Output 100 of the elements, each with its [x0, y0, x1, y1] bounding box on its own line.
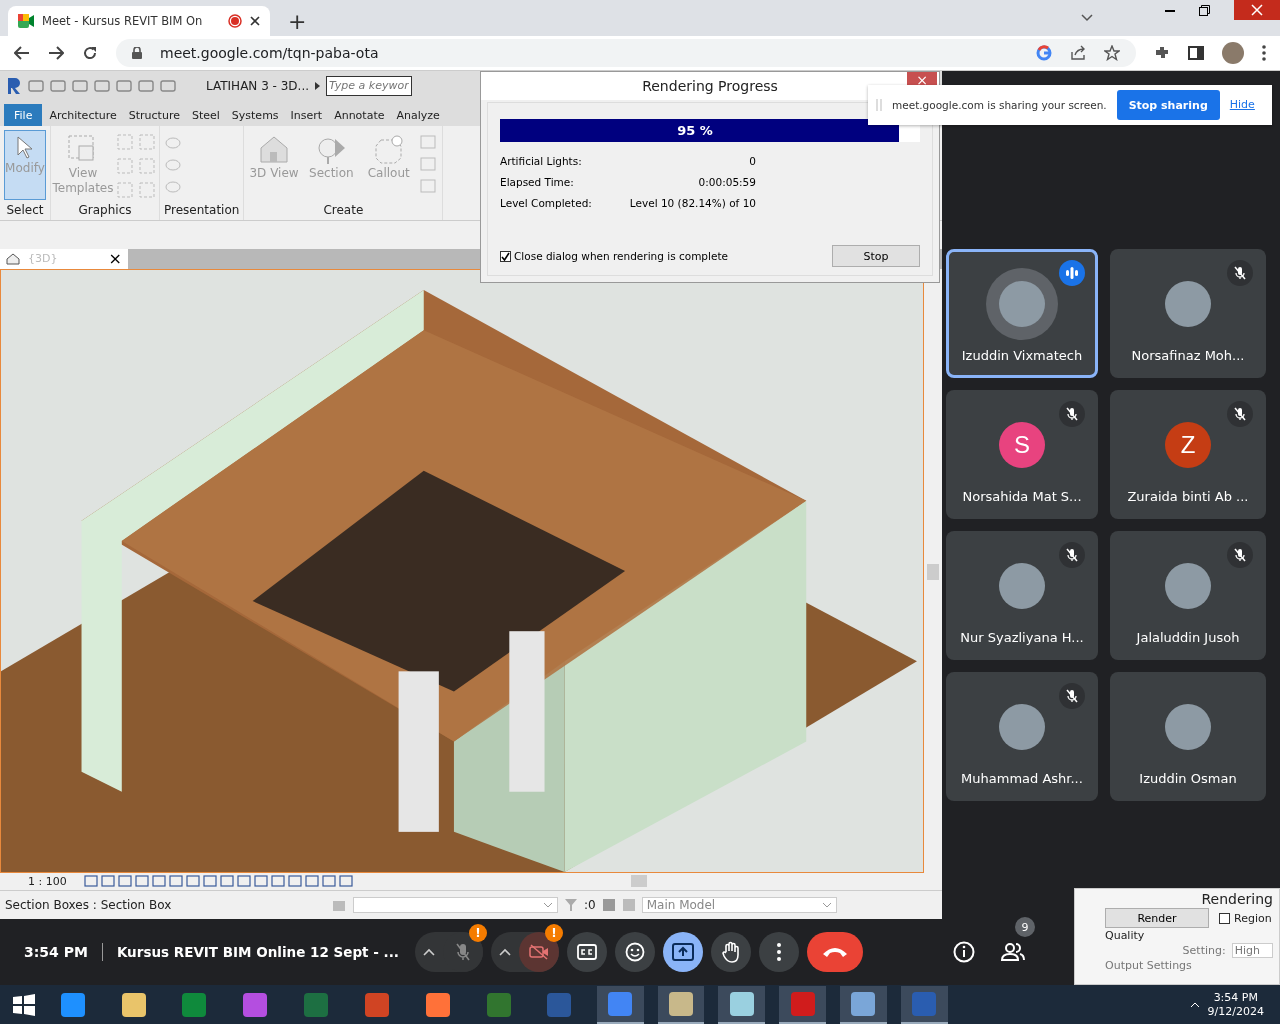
view-control-icon[interactable] [236, 875, 251, 888]
panel-title[interactable]: Create [248, 200, 439, 221]
captions-button[interactable] [566, 932, 607, 972]
view-control-icon[interactable] [219, 875, 234, 888]
puzzle-icon[interactable] [1154, 45, 1170, 61]
avatar-photo [1165, 281, 1211, 327]
tool-icon[interactable] [164, 134, 182, 151]
view-control-icon[interactable] [185, 875, 200, 888]
more-button[interactable] [758, 932, 799, 972]
checkbox[interactable] [500, 250, 511, 262]
panel-title[interactable]: Graphics [55, 200, 155, 221]
view-control-icon[interactable] [338, 875, 353, 888]
participant-tile[interactable]: Nur Syazliyana H... [946, 531, 1098, 660]
view-control-icon[interactable] [134, 875, 149, 888]
present-button[interactable] [662, 932, 703, 972]
stop-button[interactable]: Stop [832, 245, 920, 267]
letter-avatar: Z [1165, 422, 1211, 468]
render-button[interactable]: Render [1105, 908, 1209, 928]
drag-handle-icon[interactable] [876, 99, 882, 111]
filter-icon[interactable] [564, 898, 578, 913]
view-control-icon[interactable] [151, 875, 166, 888]
panel-title[interactable]: Presentation [164, 200, 240, 221]
ribbon-tab[interactable]: File [4, 104, 43, 127]
windows-start-icon[interactable] [12, 993, 36, 1017]
ribbon-tab[interactable]: Analyze [391, 104, 445, 127]
dialog-title: Rendering Progress [642, 78, 778, 94]
profile-avatar[interactable] [1222, 42, 1244, 64]
pointer-icon [16, 135, 34, 160]
view-scale[interactable]: 1 : 100 [28, 875, 67, 888]
info-icon[interactable] [952, 941, 975, 963]
restore-icon[interactable] [1199, 4, 1210, 16]
close-tab-button[interactable]: × [108, 250, 122, 267]
tool-icon[interactable] [164, 178, 182, 195]
clock-date[interactable]: 9/12/2024 [1207, 1005, 1264, 1019]
end-button[interactable] [806, 932, 863, 972]
workset-dropdown[interactable] [353, 897, 558, 914]
revit-logo-icon[interactable] [6, 76, 22, 95]
checkbox-label[interactable]: Region [1234, 911, 1272, 925]
more-vertical-icon[interactable] [1262, 45, 1266, 61]
close-icon[interactable] [250, 16, 260, 26]
view-control-icon[interactable] [287, 875, 302, 888]
forward-icon[interactable] [48, 46, 64, 60]
view-control-icon[interactable] [168, 875, 183, 888]
chevron-up-icon[interactable] [498, 948, 511, 956]
hide-link[interactable]: Hide [1229, 97, 1255, 113]
view-control-icon[interactable] [304, 875, 319, 888]
tool-icon[interactable] [164, 156, 182, 173]
participant-tile[interactable]: Jalaluddin Jusoh [1110, 531, 1266, 660]
panel-title[interactable]: Select [4, 200, 46, 221]
view-control-icon[interactable] [202, 875, 217, 888]
view-control-icon[interactable] [253, 875, 268, 888]
scroll-thumb[interactable] [927, 563, 939, 580]
camera-button[interactable] [518, 932, 559, 972]
ribbon-tab[interactable]: Annotate [329, 104, 390, 127]
google-icon[interactable] [1036, 45, 1052, 61]
new-tab-button[interactable]: + [282, 6, 313, 36]
view-control-icon[interactable] [83, 875, 98, 888]
ribbon-tab[interactable]: Systems [226, 104, 284, 127]
participant-tile[interactable]: S Norsahida Mat S... [946, 390, 1098, 519]
view-control-icon[interactable] [100, 875, 115, 888]
share-icon[interactable] [1070, 45, 1086, 61]
ribbon-tab[interactable]: Steel [186, 104, 225, 127]
search-field[interactable]: Type a keywor [326, 75, 413, 96]
participant-tile[interactable]: Izuddin Osman [1110, 672, 1266, 801]
participant-tile[interactable]: Muhammad Ashr... [946, 672, 1098, 801]
scroll-thumb[interactable] [630, 875, 647, 888]
chevron-up-icon[interactable] [422, 948, 435, 956]
stat-value: Level 10 (82.14%) of 10 [629, 197, 756, 209]
star-icon[interactable] [1104, 45, 1120, 61]
view-control-icon[interactable] [117, 875, 132, 888]
stop-sharing-button[interactable]: Stop sharing [1116, 90, 1220, 120]
checkbox-label[interactable]: Close dialog when rendering is complete [514, 250, 728, 262]
participant-tile[interactable]: Z Zuraida binti Ab ... [1110, 390, 1266, 519]
url-text[interactable]: meet.google.com/tqn-paba-ota [160, 45, 379, 61]
meeting-title: Kursus REVIT BIM Online 12 Sept - ... [116, 944, 399, 960]
ribbon-tab[interactable]: Insert [285, 104, 328, 127]
view-control-icon[interactable] [270, 875, 285, 888]
avatar-photo [999, 704, 1045, 750]
view-tab[interactable]: {3D} × [0, 248, 128, 269]
browser-tab[interactable]: Meet - Kursus REVIT BIM On [8, 6, 270, 36]
avatar-photo [999, 281, 1045, 327]
clock-time[interactable]: 3:54 PM [1213, 991, 1258, 1005]
participant-tile[interactable]: Norsafinaz Moh... [1110, 249, 1266, 378]
design-option-icon[interactable] [621, 898, 636, 913]
setting-dropdown[interactable]: High [1231, 943, 1273, 958]
people-icon[interactable] [1000, 943, 1025, 961]
checkbox[interactable] [1219, 912, 1230, 924]
side-panel-icon[interactable] [1188, 46, 1204, 60]
close-button[interactable] [1234, 0, 1280, 20]
editable-icon[interactable] [601, 898, 616, 913]
back-icon[interactable] [14, 46, 30, 60]
hand-button[interactable] [710, 932, 751, 972]
view-control-icon[interactable] [321, 875, 336, 888]
model-dropdown[interactable]: Main Model [641, 897, 837, 914]
ribbon-tab[interactable]: Structure [123, 104, 185, 127]
chevron-down-icon[interactable] [1081, 14, 1093, 22]
emoji-button[interactable] [614, 932, 655, 972]
reload-icon[interactable] [82, 45, 98, 61]
participant-tile[interactable]: Izuddin Vixmatech [946, 249, 1098, 378]
ribbon-tab[interactable]: Architecture [44, 104, 122, 127]
